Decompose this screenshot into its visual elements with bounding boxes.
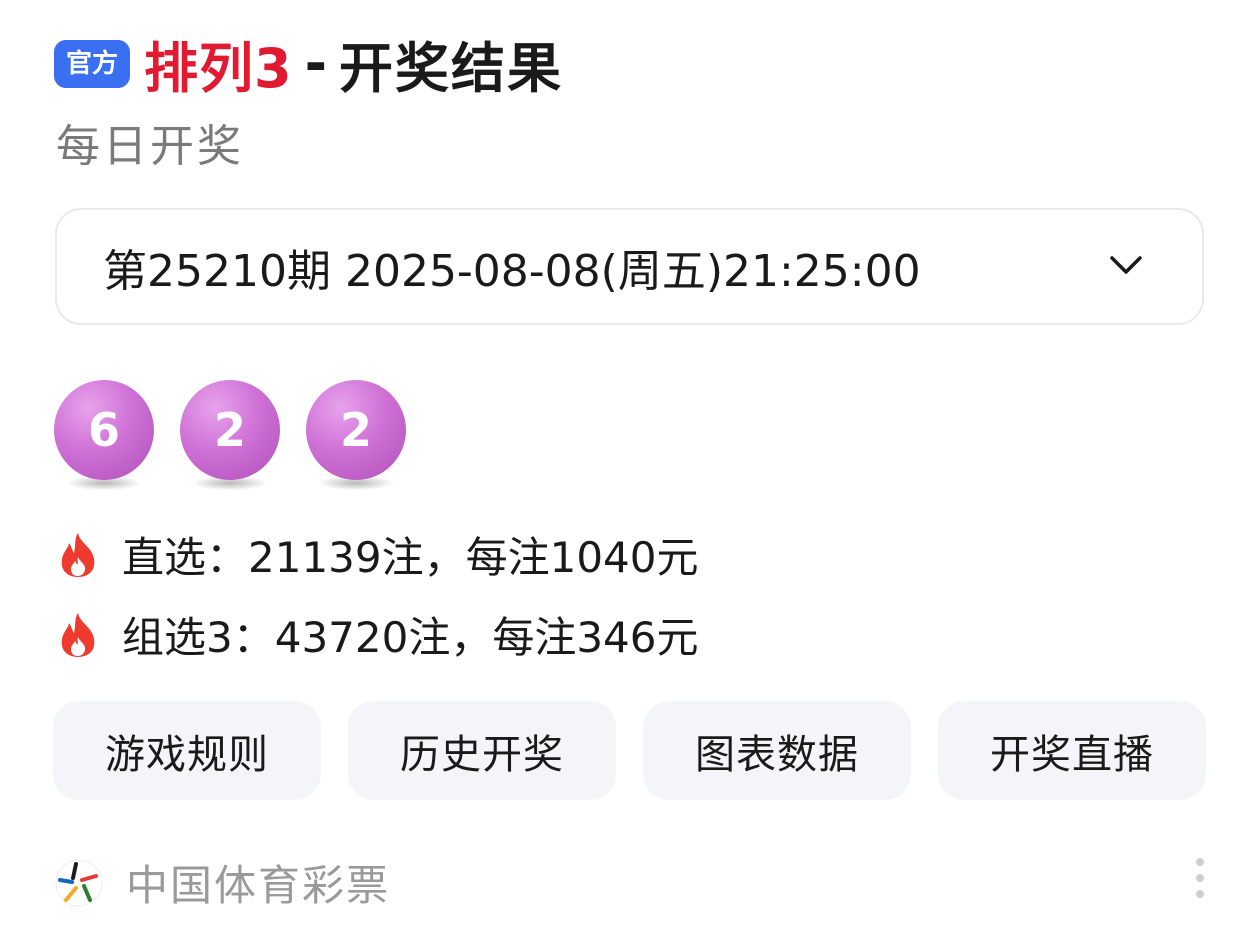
source-footer[interactable]: 中国体育彩票: [54, 852, 390, 913]
game-name[interactable]: 排列3: [144, 24, 293, 103]
fire-icon: [61, 612, 95, 657]
ball: 6: [54, 380, 154, 492]
source-name: 中国体育彩票: [126, 861, 391, 910]
ball-number: 2: [180, 380, 280, 480]
ball: 2: [306, 380, 406, 492]
draw-period-value: 第25210期 2025-08-08(周五)21:25:00: [103, 245, 921, 297]
draw-frequency: 每日开奖: [56, 121, 244, 172]
ball: 2: [180, 380, 280, 492]
prize-direct: 直选：21139注，每注1040元: [56, 524, 699, 585]
prize-group3: 组选3：43720注，每注346元: [56, 604, 699, 665]
ball-number: 2: [306, 380, 406, 480]
title-separator: -: [304, 32, 328, 95]
header: 官方 排列3 - 开奖结果: [54, 24, 563, 103]
chart-data-button[interactable]: 图表数据: [643, 701, 911, 800]
prize-text: 组选3：43720注，每注346元: [122, 613, 699, 662]
live-draw-button[interactable]: 开奖直播: [938, 701, 1206, 800]
action-buttons: 游戏规则 历史开奖 图表数据 开奖直播: [53, 701, 1206, 800]
fire-icon: [61, 532, 95, 577]
winning-numbers: 6 2 2: [54, 380, 432, 492]
page-title: 开奖结果: [339, 37, 564, 100]
history-draws-button[interactable]: 历史开奖: [348, 701, 616, 800]
game-rules-button[interactable]: 游戏规则: [53, 701, 321, 800]
lottery-result-card: 官方 排列3 - 开奖结果 每日开奖 第25210期 2025-08-08(周五…: [0, 0, 1260, 927]
draw-period-select[interactable]: 第25210期 2025-08-08(周五)21:25:00: [55, 208, 1204, 325]
more-vertical-icon[interactable]: [1190, 856, 1210, 900]
official-badge: 官方: [54, 39, 131, 88]
ball-number: 6: [54, 380, 154, 480]
chevron-down-icon: [1110, 256, 1142, 274]
china-sports-lottery-logo-icon: [55, 859, 103, 906]
prize-text: 直选：21139注，每注1040元: [122, 533, 699, 582]
